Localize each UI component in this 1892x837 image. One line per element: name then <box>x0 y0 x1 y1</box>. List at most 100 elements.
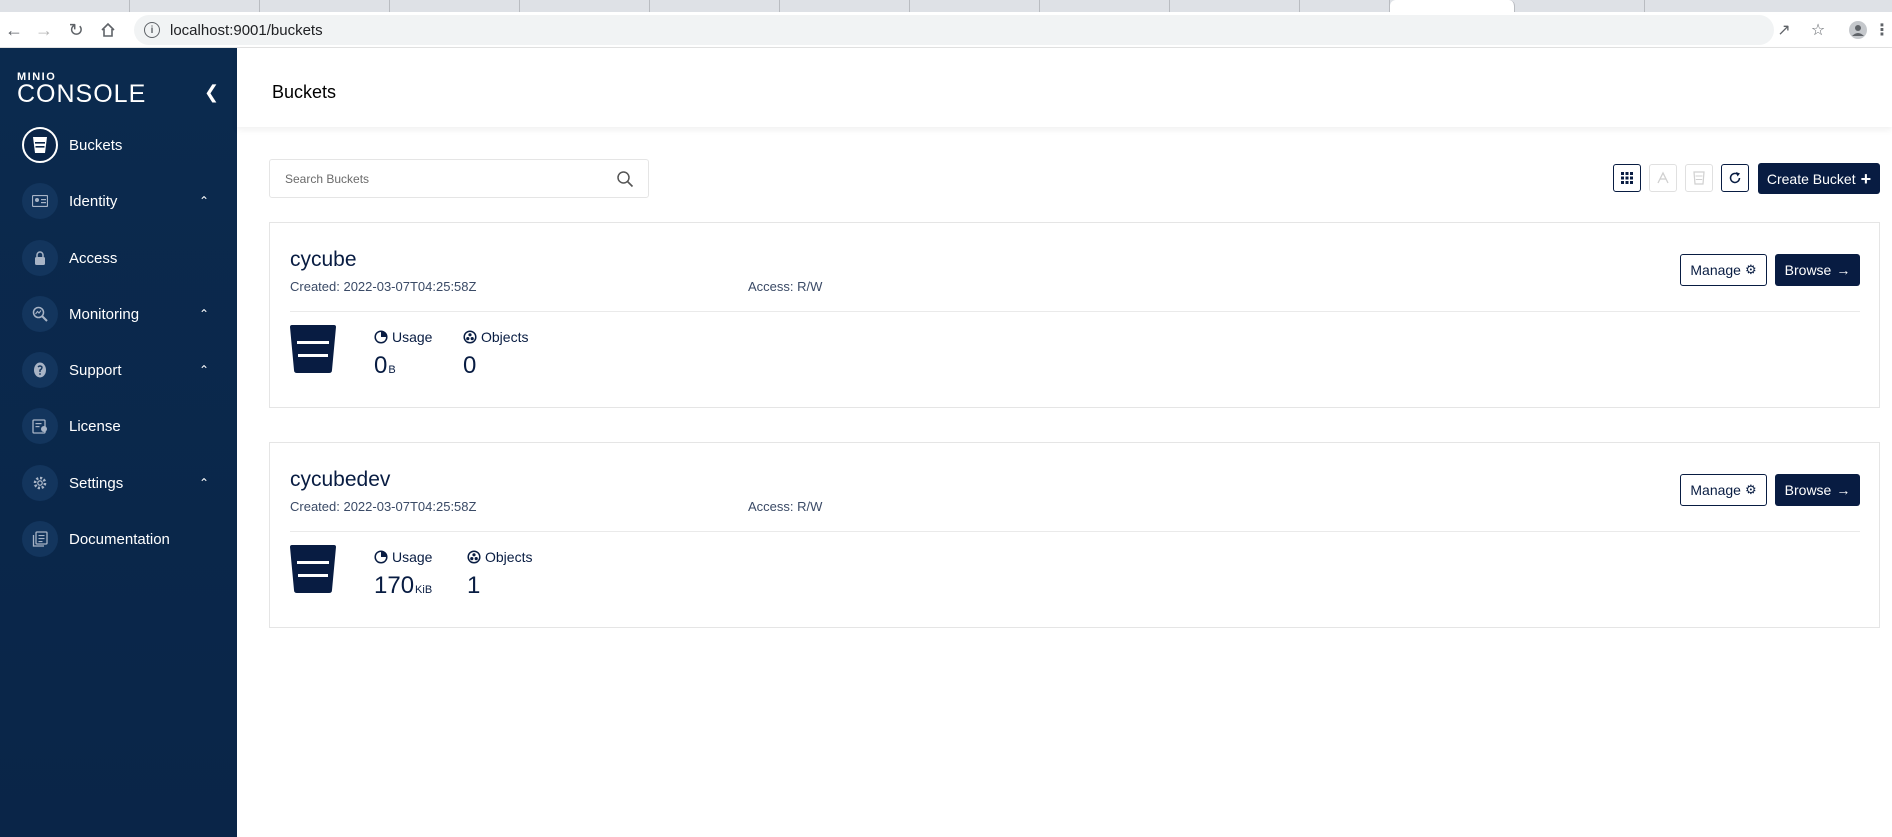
gear-icon <box>22 465 58 501</box>
browser-toolbar: ← → ↻ i localhost:9001/buckets ↗ ☆ ⋮ <box>0 12 1892 48</box>
browser-tab[interactable] <box>650 0 780 12</box>
manage-button[interactable]: Manage ⚙ <box>1680 254 1767 286</box>
minio-console-logo: MINIO CONSOLE <box>17 72 147 108</box>
bucket-stack-icon <box>1693 171 1705 185</box>
manage-label: Manage <box>1690 482 1741 498</box>
browser-tab[interactable] <box>910 0 1040 12</box>
sidebar-item-monitoring[interactable]: Monitoring ⌃ <box>0 286 237 342</box>
objects-stat: Objects 1 <box>467 549 532 599</box>
search-box <box>269 159 649 198</box>
bucket-icon <box>290 325 336 373</box>
sidebar-item-access[interactable]: Access <box>0 230 237 286</box>
arrow-right-icon: → <box>1836 482 1851 498</box>
replication-icon <box>1657 171 1669 184</box>
url-bar[interactable]: i localhost:9001/buckets <box>134 15 1774 45</box>
bucket-created-date: Created: 2022-03-07T04:25:58Z <box>290 279 477 294</box>
bucket-card: cycubedev Created: 2022-03-07T04:25:58Z … <box>269 442 1880 628</box>
browser-tab[interactable] <box>390 0 520 12</box>
usage-value: 0 <box>374 352 388 379</box>
browser-tab[interactable] <box>520 0 650 12</box>
objects-label-row: Objects <box>463 329 528 345</box>
sidebar-item-label: Access <box>69 249 118 267</box>
usage-stat: Usage 0B <box>374 329 432 383</box>
objects-label: Objects <box>485 549 533 565</box>
objects-icon <box>467 550 481 564</box>
bucket-name[interactable]: cycube <box>290 248 357 272</box>
usage-stat: Usage 170KiB <box>374 549 432 603</box>
refresh-button[interactable] <box>1721 164 1749 192</box>
home-icon[interactable] <box>96 18 120 42</box>
delete-selected-button[interactable] <box>1685 164 1713 192</box>
browser-tab-active[interactable] <box>1390 0 1515 12</box>
lock-icon <box>22 240 58 276</box>
create-bucket-button[interactable]: Create Bucket + <box>1758 163 1880 194</box>
usage-label-row: Usage <box>374 329 432 345</box>
manage-button[interactable]: Manage ⚙ <box>1680 474 1767 506</box>
browse-button[interactable]: Browse → <box>1775 474 1860 506</box>
browser-tab-strip <box>0 0 1892 12</box>
browse-label: Browse <box>1784 482 1832 498</box>
divider <box>290 531 1860 532</box>
usage-unit: KiB <box>415 584 433 596</box>
create-bucket-label: Create Bucket <box>1766 170 1856 187</box>
usage-value-row: 0B <box>374 353 432 383</box>
collapse-sidebar-chevron-icon[interactable]: ❮ <box>204 82 219 103</box>
chevron-up-icon[interactable]: ⌃ <box>199 476 209 490</box>
grid-icon <box>1621 172 1633 184</box>
back-icon[interactable]: ← <box>2 18 26 42</box>
logo-big-text: CONSOLE <box>17 80 147 108</box>
chevron-up-icon[interactable]: ⌃ <box>199 363 209 377</box>
refresh-icon <box>1729 172 1741 184</box>
sidebar-item-identity[interactable]: Identity ⌃ <box>0 173 237 229</box>
browse-button[interactable]: Browse → <box>1775 254 1860 286</box>
forward-icon[interactable]: → <box>32 18 56 42</box>
sidebar-item-label: Monitoring <box>69 305 140 323</box>
browser-tab[interactable] <box>1515 0 1645 12</box>
browser-tab[interactable] <box>780 0 910 12</box>
license-icon <box>22 408 58 444</box>
reload-icon[interactable]: ↻ <box>64 18 88 42</box>
browser-tab[interactable] <box>1300 0 1390 12</box>
chevron-up-icon[interactable]: ⌃ <box>199 307 209 321</box>
bucket-name[interactable]: cycubedev <box>290 468 390 492</box>
browser-tab[interactable] <box>1170 0 1300 12</box>
usage-label: Usage <box>392 329 433 345</box>
replication-button[interactable] <box>1649 164 1677 192</box>
browser-tab[interactable] <box>130 0 260 12</box>
magnifier-chart-icon <box>22 296 58 332</box>
objects-stat: Objects 0 <box>463 329 528 379</box>
chevron-up-icon[interactable]: ⌃ <box>199 194 209 208</box>
gear-icon: ⚙ <box>1744 482 1757 497</box>
sidebar-item-buckets[interactable]: Buckets <box>0 117 237 173</box>
sidebar-item-support[interactable]: Support ⌃ <box>0 342 237 398</box>
sidebar-item-label: Settings <box>69 474 124 492</box>
objects-icon <box>463 330 477 344</box>
plus-icon: + <box>1860 168 1872 189</box>
browser-tab[interactable] <box>260 0 390 12</box>
grid-view-button[interactable] <box>1613 164 1641 192</box>
search-icon[interactable] <box>616 170 634 188</box>
sidebar-item-label: Identity <box>69 192 118 210</box>
usage-unit: B <box>388 364 396 376</box>
sidebar-item-license[interactable]: License <box>0 398 237 454</box>
browse-label: Browse <box>1784 262 1832 278</box>
search-input[interactable] <box>285 171 605 186</box>
site-info-icon[interactable]: i <box>144 22 160 38</box>
usage-label-row: Usage <box>374 549 432 565</box>
page-header: Buckets <box>237 48 1892 127</box>
profile-avatar-icon[interactable] <box>1846 18 1870 42</box>
sidebar-item-settings[interactable]: Settings ⌃ <box>0 455 237 511</box>
share-icon[interactable]: ↗ <box>1772 18 1796 42</box>
browser-tab[interactable] <box>1040 0 1170 12</box>
sidebar-item-label: Documentation <box>69 530 170 548</box>
support-icon <box>22 352 58 388</box>
gear-icon: ⚙ <box>1744 262 1757 277</box>
kebab-menu-icon[interactable]: ⋮ <box>1870 18 1892 42</box>
objects-label-row: Objects <box>467 549 532 565</box>
usage-label: Usage <box>392 549 433 565</box>
bookmark-star-icon[interactable]: ☆ <box>1806 18 1830 42</box>
browser-tab[interactable] <box>0 0 130 12</box>
pie-chart-icon <box>374 550 388 564</box>
sidebar-item-documentation[interactable]: Documentation <box>0 511 237 567</box>
sidebar: MINIO CONSOLE ❮ Buckets Identity ⌃ Acces… <box>0 48 237 837</box>
